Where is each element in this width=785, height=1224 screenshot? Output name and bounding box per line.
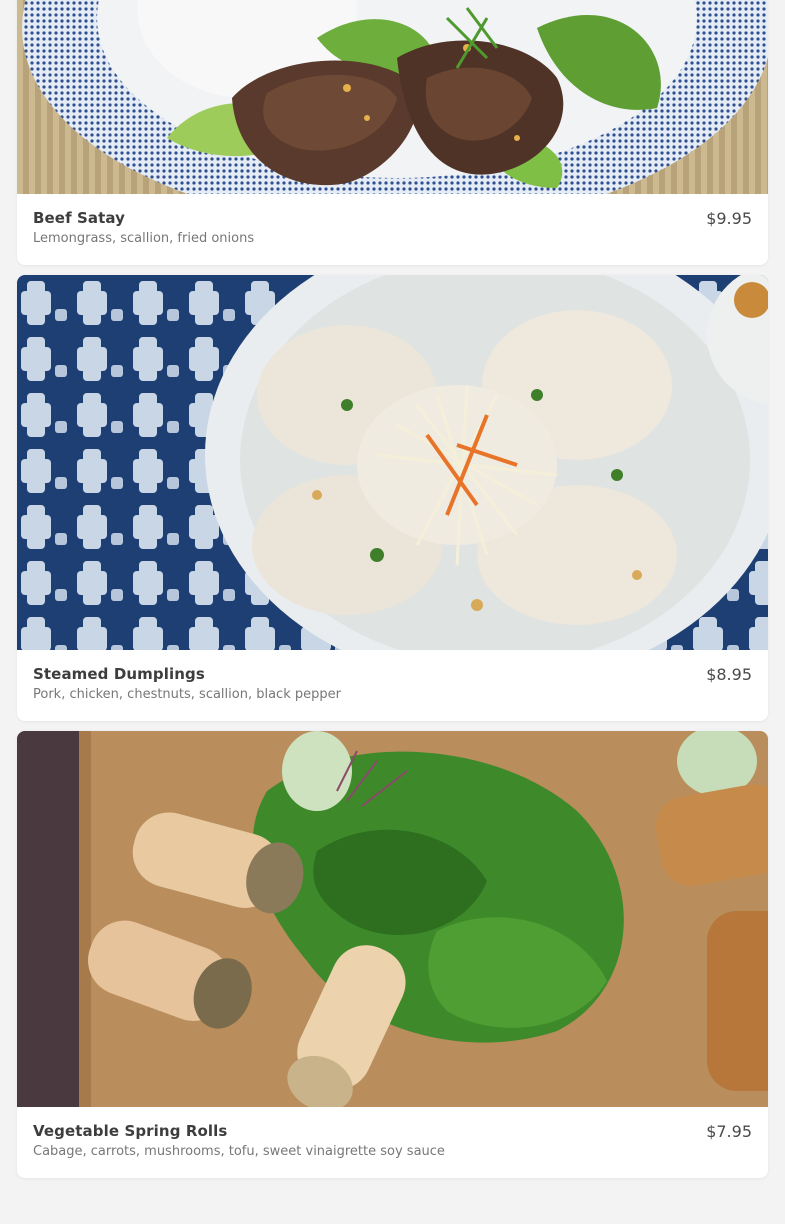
steamed-dumplings-photo[interactable] — [17, 275, 768, 650]
menu-item-name: Beef Satay — [33, 209, 126, 227]
menu-item-info: Beef Satay Lemongrass, scallion, fried o… — [17, 194, 768, 265]
beef-satay-photo[interactable] — [17, 0, 768, 194]
menu-item-name: Steamed Dumplings — [33, 665, 205, 683]
menu-item-name: Vegetable Spring Rolls — [33, 1122, 228, 1140]
menu-item-description: Lemongrass, scallion, fried onions — [33, 231, 255, 246]
menu-item-info: Vegetable Spring Rolls Cabage, carrots, … — [17, 1107, 768, 1178]
menu-item-card-spring-rolls[interactable]: Vegetable Spring Rolls Cabage, carrots, … — [17, 731, 768, 1178]
menu-item-price: $7.95 — [706, 1122, 752, 1141]
menu-item-description: Cabage, carrots, mushrooms, tofu, sweet … — [33, 1144, 445, 1159]
menu-item-card-beef-satay[interactable]: Beef Satay Lemongrass, scallion, fried o… — [17, 0, 768, 265]
menu-item-price: $8.95 — [706, 665, 752, 684]
menu-list: Beef Satay Lemongrass, scallion, fried o… — [0, 0, 785, 1224]
menu-item-price: $9.95 — [706, 209, 752, 228]
menu-item-card-steamed-dumplings[interactable]: Steamed Dumplings Pork, chicken, chestnu… — [17, 275, 768, 721]
menu-item-description: Pork, chicken, chestnuts, scallion, blac… — [33, 687, 341, 702]
spring-rolls-photo[interactable] — [17, 731, 768, 1107]
menu-item-info: Steamed Dumplings Pork, chicken, chestnu… — [17, 650, 768, 721]
